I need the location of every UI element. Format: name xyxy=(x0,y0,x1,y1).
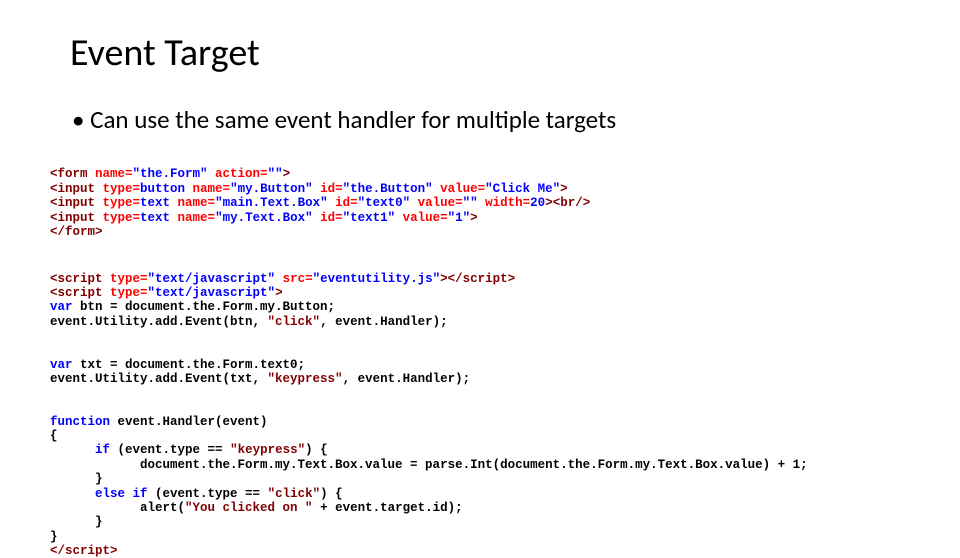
code-token: "keypress" xyxy=(230,443,305,457)
code-token: alert( xyxy=(50,501,185,515)
code-token: event.Utility.add.Event(txt, xyxy=(50,372,268,386)
code-token: > xyxy=(560,182,568,196)
code-token: "the.Form" xyxy=(133,167,216,181)
code-token: src= xyxy=(283,272,313,286)
code-token: type= xyxy=(103,182,141,196)
code-token: "" xyxy=(268,167,283,181)
code-token: "keypress" xyxy=(268,372,343,386)
code-token: "" xyxy=(463,196,486,210)
code-block-script2: var txt = document.the.Form.text0; event… xyxy=(50,343,910,386)
code-token: text xyxy=(140,196,178,210)
code-token: "the.Button" xyxy=(343,182,441,196)
bullet-text: Can use the same event handler for multi… xyxy=(72,104,910,135)
code-block-script1: <script type="text/javascript" src="even… xyxy=(50,257,910,329)
code-token: var xyxy=(50,300,73,314)
code-token: , event.Handler); xyxy=(320,315,448,329)
code-token: if xyxy=(95,443,110,457)
code-token: name= xyxy=(178,211,216,225)
code-token: , event.Handler); xyxy=(343,372,471,386)
code-token: function xyxy=(50,415,110,429)
code-token: width= xyxy=(485,196,530,210)
code-token xyxy=(50,487,95,501)
code-token: } xyxy=(50,515,103,529)
code-token: "text/javascript" xyxy=(148,272,283,286)
code-token: value= xyxy=(440,182,485,196)
code-token: } xyxy=(50,530,58,544)
code-token: > xyxy=(275,286,283,300)
code-token: var xyxy=(50,358,73,372)
code-token: name= xyxy=(95,167,133,181)
code-token: "Click Me" xyxy=(485,182,560,196)
code-token: (event.type == xyxy=(148,487,268,501)
code-token: "click" xyxy=(268,487,321,501)
code-token: "1" xyxy=(448,211,471,225)
code-token: > xyxy=(470,211,478,225)
code-token: "my.Text.Box" xyxy=(215,211,320,225)
code-token: "text1" xyxy=(343,211,403,225)
code-token: <script xyxy=(50,272,110,286)
code-token: event.Handler(event) xyxy=(110,415,268,429)
slide-title: Event Target xyxy=(70,30,910,76)
code-token: "You clicked on " xyxy=(185,501,313,515)
code-token: id= xyxy=(320,211,343,225)
code-token: </form> xyxy=(50,225,103,239)
code-token: > xyxy=(283,167,291,181)
code-token: id= xyxy=(320,182,343,196)
code-token: type= xyxy=(110,272,148,286)
code-token: "text/javascript" xyxy=(148,286,276,300)
code-block-html: <form name="the.Form" action=""> <input … xyxy=(50,153,910,239)
code-token: txt = document.the.Form.text0; xyxy=(73,358,306,372)
code-token: document.the.Form.my.Text.Box.value = pa… xyxy=(50,458,808,472)
code-token: </script> xyxy=(448,272,516,286)
code-token: type= xyxy=(110,286,148,300)
code-token: id= xyxy=(335,196,358,210)
code-token: 20 xyxy=(530,196,545,210)
code-token: button xyxy=(140,182,193,196)
code-token: > xyxy=(440,272,448,286)
code-token: <input xyxy=(50,182,103,196)
code-token: value= xyxy=(418,196,463,210)
code-token: > xyxy=(545,196,553,210)
code-token: <script xyxy=(50,286,110,300)
code-token: <input xyxy=(50,211,103,225)
code-token: value= xyxy=(403,211,448,225)
code-token xyxy=(50,443,95,457)
code-token: <br/> xyxy=(553,196,591,210)
code-token: type= xyxy=(103,196,141,210)
code-token: type= xyxy=(103,211,141,225)
code-token: "eventutility.js" xyxy=(313,272,441,286)
code-token: name= xyxy=(178,196,216,210)
code-token: event.Utility.add.Event(btn, xyxy=(50,315,268,329)
code-token: </script> xyxy=(50,544,118,558)
code-token: text xyxy=(140,211,178,225)
code-token: action= xyxy=(215,167,268,181)
code-token: btn = document.the.Form.my.Button; xyxy=(73,300,336,314)
code-token: ) { xyxy=(320,487,343,501)
code-token: "main.Text.Box" xyxy=(215,196,335,210)
code-block-function: function event.Handler(event) { if (even… xyxy=(50,400,910,558)
code-token: <form xyxy=(50,167,95,181)
code-token: } xyxy=(50,472,103,486)
code-token: "text0" xyxy=(358,196,418,210)
code-token: "my.Button" xyxy=(230,182,320,196)
code-token: <input xyxy=(50,196,103,210)
code-token: else if xyxy=(95,487,148,501)
code-token: (event.type == xyxy=(110,443,230,457)
code-token: "click" xyxy=(268,315,321,329)
code-token: + event.target.id); xyxy=(313,501,463,515)
code-token: ) { xyxy=(305,443,328,457)
code-token: name= xyxy=(193,182,231,196)
code-token: { xyxy=(50,429,58,443)
